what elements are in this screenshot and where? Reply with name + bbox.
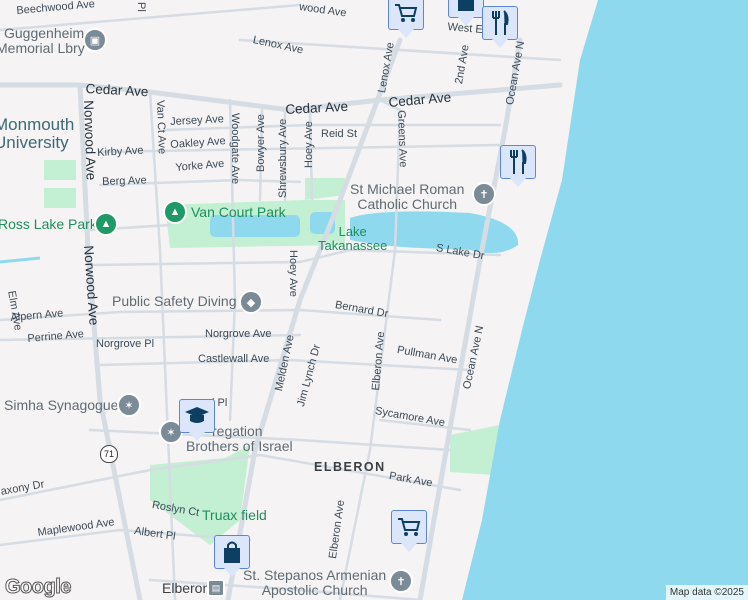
street-label: Berg Ave	[101, 174, 147, 188]
synagogue-icon[interactable]: ✶	[117, 393, 141, 417]
restaurant-marker[interactable]	[500, 145, 536, 187]
google-logo[interactable]: Google	[5, 576, 72, 599]
lake-label[interactable]: Lake Takanassee	[318, 225, 387, 252]
street-label: Hoey Ave	[287, 250, 299, 297]
shopping-bag-icon	[458, 0, 474, 11]
library-icon[interactable]: ▣	[83, 28, 107, 52]
shopping-cart-marker[interactable]	[388, 0, 424, 38]
neighborhood-label: ELBERON	[314, 460, 386, 474]
shopping-cart-icon	[398, 518, 421, 536]
church-cross-icon[interactable]: ✝	[472, 182, 496, 206]
park-tree-icon[interactable]: ▲	[94, 212, 118, 236]
fork-knife-icon	[492, 10, 509, 35]
university-label[interactable]: Monmouth University	[0, 116, 74, 152]
library-label[interactable]: Guggenheim Memorial Lbry	[0, 25, 85, 55]
shopping-bag-icon	[224, 541, 240, 563]
church-cross-icon[interactable]: ✝	[389, 569, 413, 593]
fork-knife-icon	[510, 149, 527, 174]
graduation-cap-icon	[185, 407, 209, 423]
street-label: Hoey Ave	[303, 121, 315, 168]
label-line: regation	[212, 423, 263, 439]
label-line: Memorial Lbry	[0, 39, 85, 56]
map-attribution[interactable]: Map data ©2025	[665, 585, 748, 600]
label-line: Lake	[338, 224, 367, 239]
park-tree-icon[interactable]: ▲	[163, 200, 187, 224]
street-label: Van Ct Ave	[154, 99, 168, 155]
street-label: Bowyer Ave	[255, 114, 267, 172]
congregation-label[interactable]: regation Brothers of Israel	[186, 423, 293, 453]
school-marker[interactable]	[179, 399, 215, 441]
label-line: Takanassee	[318, 237, 388, 253]
shopping-bag-marker[interactable]	[214, 535, 250, 577]
station-label[interactable]: Elberon	[162, 581, 210, 596]
street-label: Norgrove Pl	[96, 338, 155, 350]
street-label: Cedar Ave	[85, 81, 149, 100]
safety-icon[interactable]: ◆	[239, 290, 263, 314]
street-label: Castlewall Ave	[198, 353, 270, 365]
street-label: Cedar Ave	[284, 98, 349, 117]
street-label: Norgrove Ave	[205, 328, 272, 340]
ross-lake-park-label[interactable]: Ross Lake Park	[0, 217, 97, 232]
label-line: University	[0, 132, 69, 152]
train-station-icon[interactable]: ▤	[207, 579, 225, 597]
street-label: Reid St	[321, 128, 358, 140]
street-label: Greens Ave	[395, 109, 409, 168]
label-line: Guggenheim	[4, 25, 85, 41]
synagogue-label[interactable]: Simha Synagogue	[4, 398, 118, 413]
shopping-cart-icon	[395, 4, 418, 22]
label-line: St. Stepanos Armenian	[243, 567, 387, 583]
street-label: Woodgate Ave	[229, 113, 241, 185]
label-line: Monmouth	[0, 115, 75, 134]
church-label[interactable]: St Michael Roman Catholic Church	[350, 182, 464, 211]
label-line: Catholic Church	[357, 195, 457, 212]
van-court-park-label[interactable]: Van Court Park	[191, 205, 286, 220]
public-safety-label[interactable]: Public Safety Diving	[112, 294, 237, 309]
label-line: Apostolic Church	[261, 581, 368, 598]
street-label: Shrewsbury Ave	[277, 118, 289, 198]
truax-field-label[interactable]: Truax field	[202, 508, 267, 523]
label-line: St Michael Roman	[350, 181, 465, 197]
route-71-shield: 71	[100, 445, 118, 463]
shopping-bag-marker[interactable]	[448, 0, 484, 26]
armenian-church-label[interactable]: St. Stepanos Armenian Apostolic Church	[243, 568, 386, 597]
shopping-cart-marker[interactable]	[391, 510, 427, 552]
street-label: Pl	[135, 2, 147, 12]
restaurant-marker[interactable]	[482, 6, 518, 48]
street-label: Norwood Ave	[81, 99, 99, 181]
